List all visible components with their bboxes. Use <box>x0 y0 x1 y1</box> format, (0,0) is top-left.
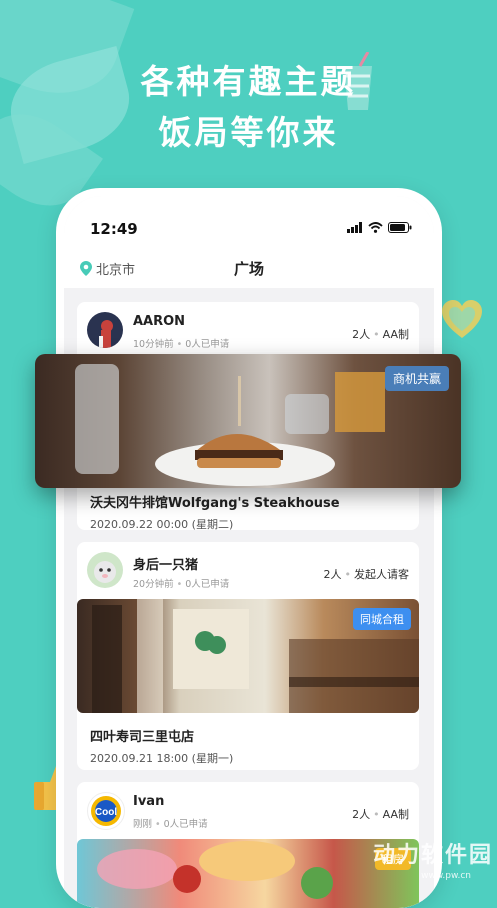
page-title: 广场 <box>233 260 264 278</box>
status-time: 12:49 <box>90 220 138 238</box>
app-screen: 12:49 北京市 广场 AARON 10分钟前 • 0人已申请 2人 • AA… <box>64 196 434 908</box>
post-meta: 20分钟前 • 0人已申请 <box>133 579 230 590</box>
svg-text:Cool: Cool <box>95 807 117 818</box>
phone-frame: 12:49 北京市 广场 AARON 10分钟前 • 0人已申请 2人 • AA… <box>56 188 442 908</box>
avatar[interactable] <box>87 312 123 348</box>
hero-title-line1: 各种有趣主题 <box>140 62 357 101</box>
featured-post-photo[interactable]: 商机共赢 <box>35 354 461 488</box>
category-badge: 商机共赢 <box>384 366 449 391</box>
avatar[interactable] <box>87 552 123 588</box>
post-card[interactable]: Cool Ivan 刚刚 • 0人已申请 2人 • AA制 租房 <box>77 782 419 908</box>
watermark: 动力软件园 <box>372 843 493 868</box>
heart-icon <box>442 300 482 338</box>
post-photo[interactable]: 同城合租 <box>77 599 419 713</box>
post-tags: 2人 • AA制 <box>352 328 409 341</box>
username: Ivan <box>133 794 165 809</box>
watermark-url: www.pw.cn <box>421 871 471 881</box>
post-title: 沃夫冈牛排馆Wolfgang's Steakhouse <box>90 496 340 511</box>
wifi-icon <box>368 222 383 233</box>
battery-icon <box>388 222 412 233</box>
post-date: 2020.09.22 00:00 (星期二) <box>90 518 234 531</box>
post-meta: 10分钟前 • 0人已申请 <box>133 339 230 350</box>
username: 身后一只猪 <box>133 558 199 573</box>
post-photo[interactable]: 租房 <box>77 839 419 908</box>
avatar[interactable]: Cool <box>87 792 125 830</box>
username: AARON <box>133 314 186 329</box>
nav-bar: 北京市 广场 <box>64 246 434 288</box>
post-title: 四叶寿司三里屯店 <box>90 730 195 745</box>
post-tags: 2人 • 发起人请客 <box>323 568 410 581</box>
status-bar: 12:49 <box>64 196 434 246</box>
signal-icon <box>347 222 362 233</box>
hero-title-line2: 饭局等你来 <box>158 113 339 152</box>
post-date: 2020.09.21 18:00 (星期一) <box>90 752 234 765</box>
post-meta: 刚刚 • 0人已申请 <box>133 819 208 830</box>
post-card[interactable]: 身后一只猪 20分钟前 • 0人已申请 2人 • 发起人请客 同城合租 四叶寿司三里屯店… <box>77 542 419 770</box>
category-badge: 同城合租 <box>353 608 411 630</box>
post-tags: 2人 • AA制 <box>352 808 409 821</box>
